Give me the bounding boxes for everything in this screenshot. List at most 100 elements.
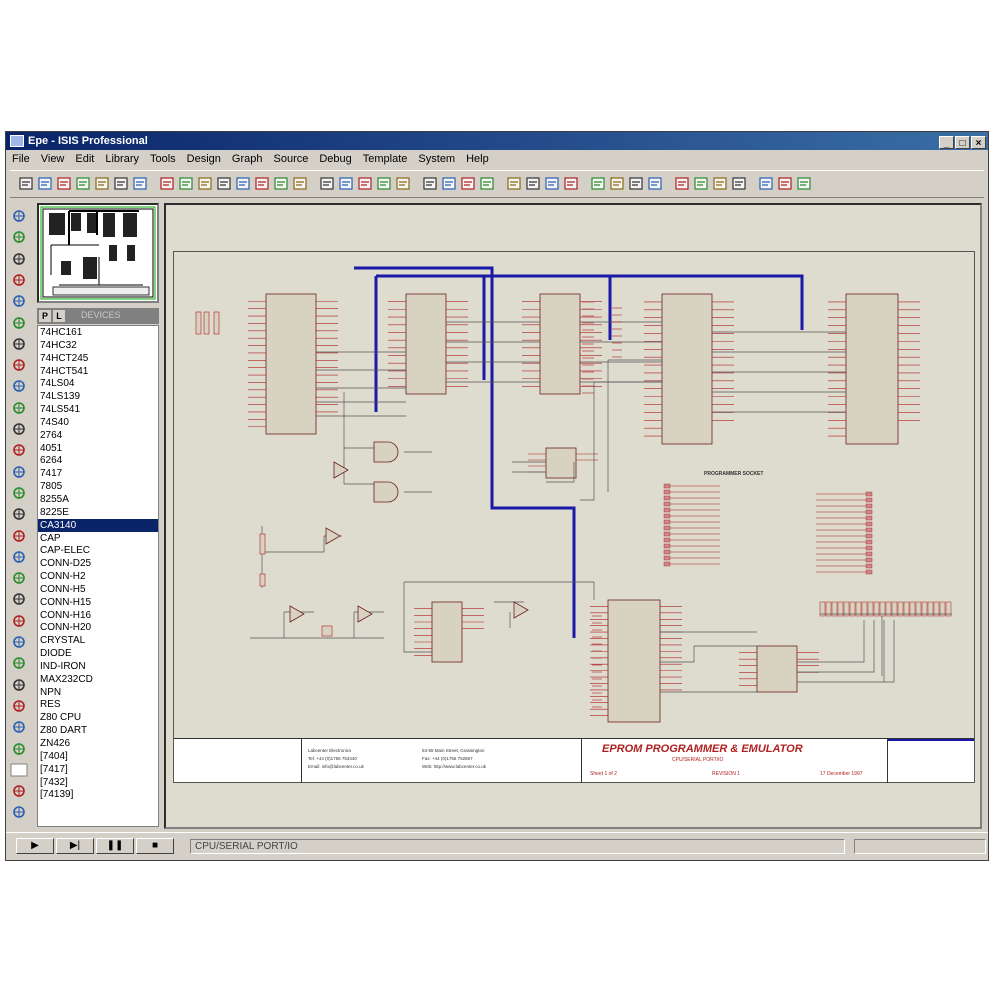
path-icon[interactable] [10, 634, 28, 650]
pick-device-icon[interactable] [506, 176, 522, 191]
device-list-item[interactable]: [7404] [38, 750, 158, 763]
menu-file[interactable]: File [6, 150, 35, 165]
mirror-x-icon[interactable] [10, 783, 28, 799]
device-list-item[interactable]: CONN-D25 [38, 557, 158, 570]
text-icon[interactable] [10, 655, 28, 671]
menu-view[interactable]: View [35, 150, 70, 165]
print-icon[interactable] [113, 176, 129, 191]
device-list-item[interactable]: 74LS541 [38, 403, 158, 416]
property-assign-icon[interactable] [628, 176, 644, 191]
block-rotate-icon[interactable] [460, 176, 476, 191]
menu-debug[interactable]: Debug [313, 150, 356, 165]
device-list-item[interactable]: CONN-H2 [38, 570, 158, 583]
erc-icon[interactable] [777, 176, 793, 191]
rotate-cw-icon[interactable] [10, 719, 28, 735]
pan-icon[interactable] [216, 176, 232, 191]
wire-autorouter-icon[interactable] [590, 176, 606, 191]
virtual-instrument-icon[interactable] [10, 528, 28, 544]
device-list-item[interactable]: 74HCT541 [38, 365, 158, 378]
device-list-item[interactable]: RES [38, 698, 158, 711]
device-list-item[interactable]: 2764 [38, 429, 158, 442]
component-icon[interactable] [10, 229, 28, 245]
device-list-item[interactable]: [74139] [38, 788, 158, 801]
decompose-icon[interactable] [563, 176, 579, 191]
pick-devices-button[interactable]: P [39, 310, 51, 322]
play-button[interactable]: ▶ [16, 838, 54, 854]
circle-icon[interactable] [10, 591, 28, 607]
device-list-item[interactable]: CONN-H15 [38, 596, 158, 609]
pause-button[interactable]: ❚❚ [96, 838, 134, 854]
origin-icon[interactable] [197, 176, 213, 191]
box-icon[interactable] [10, 570, 28, 586]
print-area-icon[interactable] [132, 176, 148, 191]
terminal-icon[interactable] [10, 378, 28, 394]
copy-icon[interactable] [376, 176, 392, 191]
menu-library[interactable]: Library [99, 150, 144, 165]
current-probe-icon[interactable] [10, 506, 28, 522]
marker-icon[interactable] [10, 698, 28, 714]
zoom-out-icon[interactable] [254, 176, 270, 191]
device-list-item[interactable]: 4051 [38, 442, 158, 455]
zoom-all-icon[interactable] [273, 176, 289, 191]
menu-source[interactable]: Source [268, 150, 314, 165]
device-list-item[interactable]: 8255A [38, 493, 158, 506]
script-icon[interactable] [10, 293, 28, 309]
device-list-item[interactable]: 7805 [38, 480, 158, 493]
device-list[interactable]: 74HC161 74HC32 74HCT245 74HCT541 74LS04 74LS1… [37, 325, 159, 827]
bus-icon[interactable] [10, 315, 28, 331]
device-list-item[interactable]: CAP-ELEC [38, 544, 158, 557]
close-button[interactable]: × [971, 136, 986, 149]
device-list-item[interactable]: 74S40 [38, 416, 158, 429]
instant-edit-icon[interactable] [10, 357, 28, 373]
device-list-item[interactable]: 74HC32 [38, 339, 158, 352]
device-list-item[interactable]: CONN-H5 [38, 583, 158, 596]
netlist-icon[interactable] [647, 176, 663, 191]
device-list-item[interactable]: CA3140 [38, 518, 158, 532]
netlist-ares-icon[interactable] [796, 176, 812, 191]
title-bar[interactable]: Epe - ISIS Professional _ □ × [6, 132, 988, 150]
device-list-item[interactable]: NPN [38, 686, 158, 699]
subcircuit-icon[interactable] [10, 336, 28, 352]
mirror-y-icon[interactable] [10, 804, 28, 820]
menu-tools[interactable]: Tools [144, 150, 181, 165]
device-list-item[interactable]: CRYSTAL [38, 634, 158, 647]
select-icon[interactable] [10, 208, 28, 224]
block-copy-icon[interactable] [422, 176, 438, 191]
cut-icon[interactable] [357, 176, 373, 191]
menu-design[interactable]: Design [181, 150, 226, 165]
device-list-item[interactable]: [7432] [38, 776, 158, 789]
open-icon[interactable] [37, 176, 53, 191]
redo-icon[interactable] [338, 176, 354, 191]
angle-field[interactable] [10, 762, 28, 778]
remove-sheet-icon[interactable] [693, 176, 709, 191]
graph-icon[interactable] [10, 421, 28, 437]
device-list-item[interactable]: IND-IRON [38, 660, 158, 673]
arc-icon[interactable] [10, 613, 28, 629]
line-icon[interactable] [10, 549, 28, 565]
device-list-item[interactable]: CONN-H16 [38, 609, 158, 622]
search-tag-icon[interactable] [609, 176, 625, 191]
device-list-item[interactable]: ZN426 [38, 737, 158, 750]
stop-button[interactable]: ■ [136, 838, 174, 854]
grid-icon[interactable] [178, 176, 194, 191]
menu-graph[interactable]: Graph [226, 150, 268, 165]
device-list-item[interactable]: 7417 [38, 467, 158, 480]
new-sheet-icon[interactable] [674, 176, 690, 191]
generator-icon[interactable] [10, 464, 28, 480]
step-button[interactable]: ▶| [56, 838, 94, 854]
block-delete-icon[interactable] [479, 176, 495, 191]
rotate-ccw-icon[interactable] [10, 741, 28, 757]
device-list-item[interactable]: 8225E [38, 506, 158, 519]
zoom-area-icon[interactable] [292, 176, 308, 191]
isis-app-icon[interactable] [10, 135, 24, 147]
menu-edit[interactable]: Edit [69, 150, 99, 165]
refresh-icon[interactable] [159, 176, 175, 191]
device-list-item[interactable]: Z80 CPU [38, 711, 158, 724]
export-icon[interactable] [94, 176, 110, 191]
device-list-item[interactable]: 74LS04 [38, 377, 158, 390]
block-move-icon[interactable] [441, 176, 457, 191]
menu-help[interactable]: Help [460, 150, 494, 165]
minimize-button[interactable]: _ [939, 136, 954, 149]
make-device-icon[interactable] [525, 176, 541, 191]
menu-template[interactable]: Template [357, 150, 413, 165]
